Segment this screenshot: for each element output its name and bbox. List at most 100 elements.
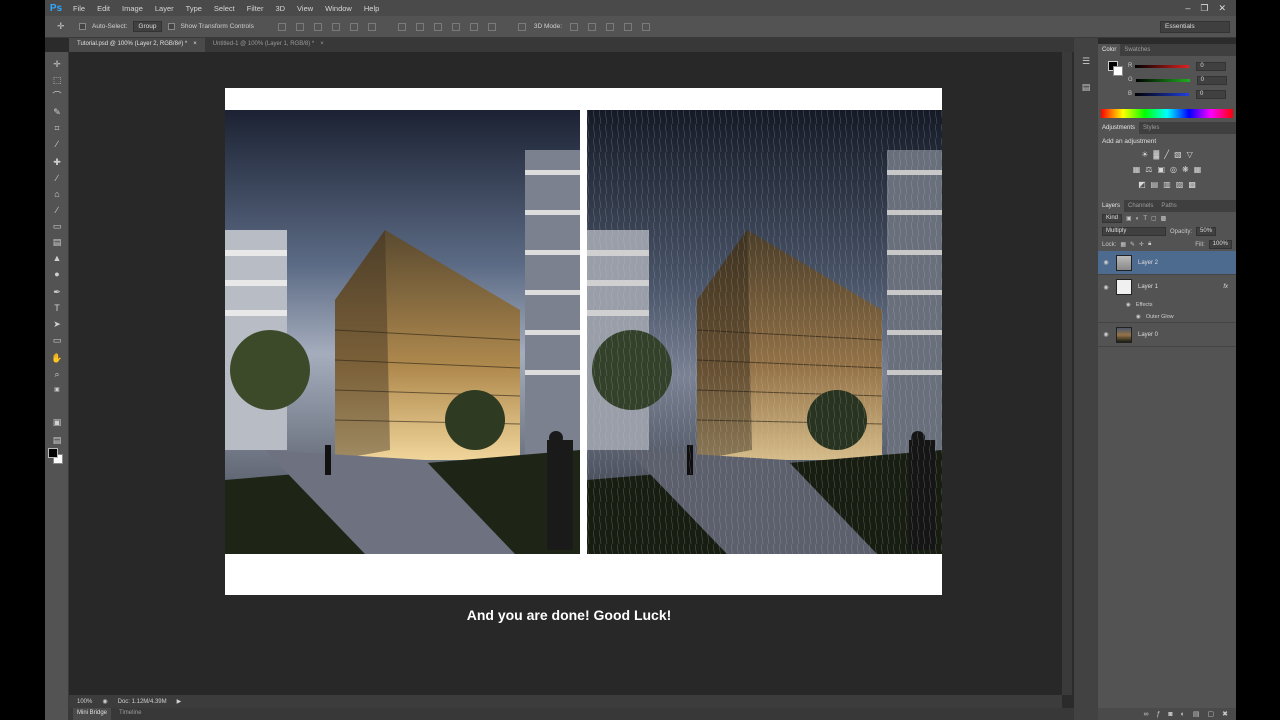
properties-icon[interactable]: ▤ [1081,82,1091,92]
rectangle-tool-icon[interactable]: ▭ [51,334,63,346]
red-value[interactable]: 0 [1196,61,1227,71]
menu-image[interactable]: Image [116,4,149,13]
lock-image-icon[interactable]: ✎ [1130,241,1135,248]
move-tool-icon[interactable]: ✛ [51,58,63,70]
red-slider[interactable] [1135,64,1190,68]
visibility-eye-icon[interactable]: ◉ [1102,259,1110,266]
layer-name[interactable]: Layer 2 [1138,260,1158,266]
canvas-area[interactable]: And you are done! Good Luck! [69,52,1062,695]
align-right-icon[interactable] [367,22,376,31]
history-brush-tool-icon[interactable]: ∕ [51,204,63,216]
lock-transparent-icon[interactable]: ▦ [1120,241,1126,248]
3d-rotate-icon[interactable] [570,22,579,31]
tab-untitled[interactable]: Untitled-1 @ 100% (Layer 1, RGB/8) * × [205,38,332,52]
levels-icon[interactable]: ▓ [1153,150,1159,159]
add-mask-icon[interactable]: ◙ [1168,711,1172,718]
gradient-tool-icon[interactable]: ▤ [51,236,63,248]
effects-row[interactable]: ◉ Effects [1098,299,1236,311]
zoom-tool-icon[interactable]: ⌕ [51,368,63,380]
green-value[interactable]: 0 [1196,75,1227,85]
menu-edit[interactable]: Edit [91,4,116,13]
lasso-tool-icon[interactable]: ⌒ [51,90,63,102]
brush-tool-icon[interactable]: ∕ [51,172,63,184]
add-style-icon[interactable]: ƒ [1157,711,1161,718]
tab-color[interactable]: Color [1098,44,1121,56]
minimize-button[interactable]: – [1185,3,1190,13]
tab-styles[interactable]: Styles [1139,122,1163,134]
distribute-hcenter-icon[interactable] [469,22,478,31]
auto-align-icon[interactable] [517,22,526,31]
clone-stamp-tool-icon[interactable]: ⌂ [51,188,63,200]
history-icon[interactable]: ☰ [1081,56,1091,66]
tab-close-icon[interactable]: × [320,41,324,52]
align-bottom-icon[interactable] [313,22,322,31]
zoom-level[interactable]: 100% [77,699,92,705]
marquee-tool-icon[interactable]: ⬚ [51,74,63,86]
curves-icon[interactable]: ╱ [1164,150,1169,159]
color-panel-background-swatch[interactable] [1113,66,1123,76]
effects-eye-icon[interactable]: ◉ [1126,302,1131,308]
distribute-left-icon[interactable] [451,22,460,31]
pen-tool-icon[interactable]: ✒ [51,286,63,298]
hand-tool-icon[interactable]: ✋ [51,352,63,364]
dodge-tool-icon[interactable]: ● [51,268,63,280]
vertical-scrollbar[interactable] [1062,52,1072,695]
black-white-icon[interactable]: ▣ [1157,165,1165,174]
healing-brush-tool-icon[interactable]: ✚ [51,156,63,168]
quick-select-tool-icon[interactable]: ✎ [51,106,63,118]
filter-shape-icon[interactable]: ▢ [1151,215,1157,222]
gradient-map-icon[interactable]: ▨ [1176,180,1184,189]
filter-adjustment-icon[interactable]: ◐ [1136,216,1140,222]
move-tool-preset-icon[interactable]: ✛ [57,21,73,33]
threshold-icon[interactable]: ▥ [1163,180,1171,189]
tab-channels[interactable]: Channels [1124,200,1157,212]
lock-position-icon[interactable]: ✛ [1139,241,1144,248]
path-selection-tool-icon[interactable]: ➤ [51,318,63,330]
blue-value[interactable]: 0 [1196,89,1227,99]
menu-layer[interactable]: Layer [149,4,180,13]
new-group-icon[interactable]: ▤ [1193,710,1200,718]
brightness-icon[interactable]: ☀ [1141,150,1148,159]
green-slider[interactable] [1135,78,1190,82]
tab-mini-bridge[interactable]: Mini Bridge [73,708,112,720]
distribute-vcenter-icon[interactable] [415,22,424,31]
blend-mode-dropdown[interactable]: Multiply [1102,227,1166,236]
type-tool-icon[interactable]: T [51,302,63,314]
visibility-eye-icon[interactable]: ◉ [1102,284,1110,291]
3d-roll-icon[interactable] [588,22,597,31]
auto-select-checkbox[interactable] [79,23,86,30]
color-lookup-icon[interactable]: ▦ [1194,165,1202,174]
menu-select[interactable]: Select [208,4,241,13]
delete-layer-icon[interactable]: ✖ [1222,710,1228,718]
align-left-icon[interactable] [331,22,340,31]
channel-mixer-icon[interactable]: ❋ [1182,165,1189,174]
status-arrow-icon[interactable]: ▶ [177,698,182,705]
eraser-tool-icon[interactable]: ▭ [51,220,63,232]
auto-select-dropdown[interactable]: Group [133,21,162,32]
tab-adjustments[interactable]: Adjustments [1098,122,1140,134]
menu-window[interactable]: Window [319,4,358,13]
fill-field[interactable]: 100% [1208,240,1232,249]
tab-swatches[interactable]: Swatches [1120,44,1154,56]
menu-file[interactable]: File [67,4,91,13]
distribute-top-icon[interactable] [397,22,406,31]
layer-name[interactable]: Layer 1 [1138,284,1158,290]
layer-row[interactable]: ◉ Layer 0 [1098,323,1236,347]
menu-type[interactable]: Type [180,4,208,13]
menu-filter[interactable]: Filter [241,4,270,13]
layer-row[interactable]: ◉ Layer 1 fx [1098,275,1236,299]
lock-all-icon[interactable]: 🔒︎ [1148,241,1151,248]
link-layers-icon[interactable]: ∞ [1144,711,1149,718]
effect-row[interactable]: ◉ Outer Glow [1098,311,1236,323]
menu-3d[interactable]: 3D [269,4,291,13]
blur-tool-icon[interactable]: ▲ [51,252,63,264]
layer-row[interactable]: ◉ Layer 2 [1098,251,1236,275]
align-hcenter-icon[interactable] [349,22,358,31]
tab-tutorial[interactable]: Tutorial.psd @ 100% (Layer 2, RGB/8#) * … [69,38,205,52]
tab-timeline[interactable]: Timeline [119,708,141,720]
tab-layers[interactable]: Layers [1098,200,1125,212]
blue-slider[interactable] [1135,92,1190,96]
color-spectrum[interactable] [1101,109,1233,118]
filter-smart-object-icon[interactable]: ▩ [1161,215,1167,222]
photo-filter-icon[interactable]: ◎ [1170,165,1177,174]
